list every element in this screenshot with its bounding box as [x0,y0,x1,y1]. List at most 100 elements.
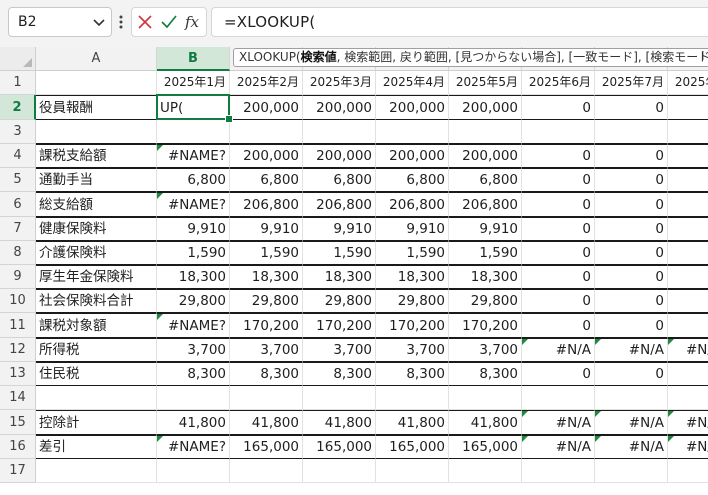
cell-e4[interactable]: 200,000 [376,144,449,168]
cell-c1[interactable]: 2025年2月 [230,71,303,95]
cell-c16[interactable]: 165,000 [230,435,303,459]
fill-handle[interactable] [225,115,233,123]
cell-f6[interactable]: 206,800 [449,192,522,217]
error-indicator-icon[interactable] [522,436,528,442]
cell-e3[interactable] [376,120,449,144]
cell-h8[interactable]: 0 [595,241,668,265]
cell-d13[interactable]: 8,300 [303,362,376,386]
cell-a17[interactable] [36,459,157,483]
cell-b8[interactable]: 1,590 [157,241,230,265]
cell-i6[interactable] [668,192,708,217]
row-header-6[interactable]: 6 [0,192,36,217]
cell-f12[interactable]: 3,700 [449,338,522,362]
cell-h5[interactable]: 0 [595,168,668,192]
cell-f13[interactable]: 8,300 [449,362,522,386]
cell-h9[interactable]: 0 [595,265,668,289]
cell-b17[interactable] [157,459,230,483]
cell-e2[interactable]: 200,000 [376,95,449,120]
cell-d6[interactable]: 206,800 [303,192,376,217]
cell-a11[interactable]: 課税対象額 [36,313,157,338]
cell-g11[interactable]: 0 [522,313,595,338]
cell-h15[interactable]: #N/A [595,410,668,435]
error-indicator-icon[interactable] [522,411,528,417]
cell-c11[interactable]: 170,200 [230,313,303,338]
cell-c7[interactable]: 9,910 [230,217,303,241]
cell-f10[interactable]: 29,800 [449,289,522,313]
fx-icon[interactable]: fx [183,12,203,32]
cell-b14[interactable] [157,386,230,410]
cell-e13[interactable]: 8,300 [376,362,449,386]
column-header-b[interactable]: B [157,47,230,71]
cell-i11[interactable] [668,313,708,338]
cell-f7[interactable]: 9,910 [449,217,522,241]
cell-b12[interactable]: 3,700 [157,338,230,362]
cell-b9[interactable]: 18,300 [157,265,230,289]
cell-h14[interactable] [595,386,668,410]
error-indicator-icon[interactable] [157,436,163,442]
cell-b10[interactable]: 29,800 [157,289,230,313]
cell-g14[interactable] [522,386,595,410]
cell-c17[interactable] [230,459,303,483]
cell-i17[interactable] [668,459,708,483]
cell-c6[interactable]: 206,800 [230,192,303,217]
cell-d12[interactable]: 3,700 [303,338,376,362]
function-argument-tooltip[interactable]: XLOOKUP(検索値, 検索範囲, 戻り範囲, [見つからない場合], [一致… [233,48,708,67]
cell-g13[interactable]: 0 [522,362,595,386]
cell-f5[interactable]: 6,800 [449,168,522,192]
cell-h4[interactable]: 0 [595,144,668,168]
cell-g8[interactable]: 0 [522,241,595,265]
cell-f3[interactable] [449,120,522,144]
cell-e8[interactable]: 1,590 [376,241,449,265]
cell-f11[interactable]: 170,200 [449,313,522,338]
cell-f9[interactable]: 18,300 [449,265,522,289]
cell-f1[interactable]: 2025年5月 [449,71,522,95]
cell-d5[interactable]: 6,800 [303,168,376,192]
cell-b5[interactable]: 6,800 [157,168,230,192]
cell-c2[interactable]: 200,000 [230,95,303,120]
cell-g7[interactable]: 0 [522,217,595,241]
error-indicator-icon[interactable] [157,145,163,151]
cell-d4[interactable]: 200,000 [303,144,376,168]
row-header-10[interactable]: 10 [0,289,36,313]
check-icon[interactable] [159,12,179,32]
cell-h11[interactable]: 0 [595,313,668,338]
chevron-down-icon[interactable] [91,8,107,36]
cell-a4[interactable]: 課税支給額 [36,144,157,168]
cell-f2[interactable]: 200,000 [449,95,522,120]
cell-e5[interactable]: 6,800 [376,168,449,192]
cell-b15[interactable]: 41,800 [157,410,230,435]
cell-b4[interactable]: #NAME? [157,144,230,168]
cell-f17[interactable] [449,459,522,483]
cell-e12[interactable]: 3,700 [376,338,449,362]
cell-h10[interactable]: 0 [595,289,668,313]
cell-e1[interactable]: 2025年4月 [376,71,449,95]
cell-f8[interactable]: 1,590 [449,241,522,265]
cell-b11[interactable]: #NAME? [157,313,230,338]
cell-a12[interactable]: 所得税 [36,338,157,362]
cell-d9[interactable]: 18,300 [303,265,376,289]
cell-c3[interactable] [230,120,303,144]
cell-c8[interactable]: 1,590 [230,241,303,265]
name-box[interactable]: B2 [8,7,112,37]
cell-i16[interactable]: #N/A [668,435,708,459]
cell-c5[interactable]: 6,800 [230,168,303,192]
cell-d14[interactable] [303,386,376,410]
cell-d1[interactable]: 2025年3月 [303,71,376,95]
cell-i12[interactable]: #N/A [668,338,708,362]
cell-e17[interactable] [376,459,449,483]
cell-e11[interactable]: 170,200 [376,313,449,338]
cell-i14[interactable] [668,386,708,410]
cell-a6[interactable]: 総支給額 [36,192,157,217]
cell-f14[interactable] [449,386,522,410]
cell-d11[interactable]: 170,200 [303,313,376,338]
cell-i10[interactable] [668,289,708,313]
cell-h17[interactable] [595,459,668,483]
cell-h13[interactable]: 0 [595,362,668,386]
cell-g3[interactable] [522,120,595,144]
cell-a10[interactable]: 社会保険料合計 [36,289,157,313]
cell-i2[interactable] [668,95,708,120]
cell-h6[interactable]: 0 [595,192,668,217]
cell-g12[interactable]: #N/A [522,338,595,362]
cell-e16[interactable]: 165,000 [376,435,449,459]
cell-h12[interactable]: #N/A [595,338,668,362]
